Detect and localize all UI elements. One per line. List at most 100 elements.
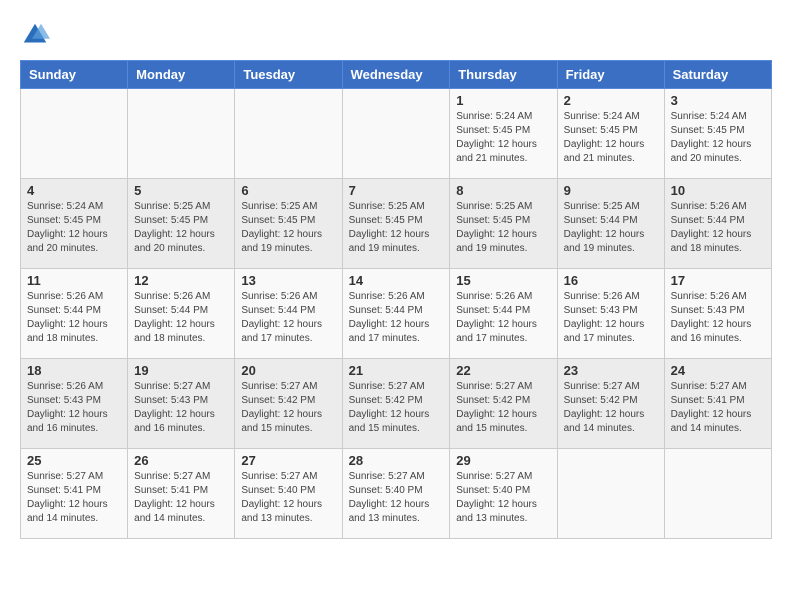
day-number: 28 (349, 453, 444, 468)
day-info: Sunrise: 5:27 AMSunset: 5:41 PMDaylight:… (27, 470, 121, 526)
calendar-cell: 3 Sunrise: 5:24 AMSunset: 5:45 PMDaylight… (664, 89, 771, 179)
day-number: 13 (241, 273, 335, 288)
logo (20, 20, 54, 50)
day-info: Sunrise: 5:24 AMSunset: 5:45 PMDaylight:… (564, 110, 658, 166)
day-number: 3 (671, 93, 765, 108)
calendar-cell: 15 Sunrise: 5:26 AMSunset: 5:44 PMDayligh… (450, 269, 557, 359)
day-number: 4 (27, 183, 121, 198)
day-number: 2 (564, 93, 658, 108)
calendar-week-2: 4 Sunrise: 5:24 AMSunset: 5:45 PMDaylight… (21, 179, 772, 269)
day-info: Sunrise: 5:26 AMSunset: 5:44 PMDaylight:… (671, 200, 765, 256)
calendar-cell: 6 Sunrise: 5:25 AMSunset: 5:45 PMDaylight… (235, 179, 342, 269)
day-info: Sunrise: 5:26 AMSunset: 5:43 PMDaylight:… (671, 290, 765, 346)
calendar-cell (664, 449, 771, 539)
day-number: 8 (456, 183, 550, 198)
header-tuesday: Tuesday (235, 61, 342, 89)
day-info: Sunrise: 5:27 AMSunset: 5:41 PMDaylight:… (134, 470, 228, 526)
day-number: 15 (456, 273, 550, 288)
calendar-cell: 24 Sunrise: 5:27 AMSunset: 5:41 PMDayligh… (664, 359, 771, 449)
calendar-cell: 16Sunrise: 5:26 AMSunset: 5:43 PMDayligh… (557, 269, 664, 359)
calendar-cell: 10 Sunrise: 5:26 AMSunset: 5:44 PMDayligh… (664, 179, 771, 269)
day-info: Sunrise: 5:27 AMSunset: 5:40 PMDaylight:… (241, 470, 335, 526)
calendar-week-5: 25 Sunrise: 5:27 AMSunset: 5:41 PMDayligh… (21, 449, 772, 539)
calendar-week-1: 1 Sunrise: 5:24 AMSunset: 5:45 PMDaylight… (21, 89, 772, 179)
calendar-cell: 27 Sunrise: 5:27 AMSunset: 5:40 PMDayligh… (235, 449, 342, 539)
day-info: Sunrise: 5:27 AMSunset: 5:42 PMDaylight:… (241, 380, 335, 436)
day-number: 6 (241, 183, 335, 198)
day-info: Sunrise: 5:25 AMSunset: 5:45 PMDaylight:… (456, 200, 550, 256)
calendar-cell (557, 449, 664, 539)
day-info: Sunrise: 5:25 AMSunset: 5:45 PMDaylight:… (241, 200, 335, 256)
day-number: 1 (456, 93, 550, 108)
day-info: Sunrise: 5:27 AMSunset: 5:40 PMDaylight:… (349, 470, 444, 526)
day-number: 12 (134, 273, 228, 288)
day-number: 17 (671, 273, 765, 288)
logo-icon (20, 20, 50, 50)
day-number: 29 (456, 453, 550, 468)
day-info: Sunrise: 5:24 AMSunset: 5:45 PMDaylight:… (27, 200, 121, 256)
day-info: Sunrise: 5:26 AMSunset: 5:43 PMDaylight:… (27, 380, 121, 436)
day-number: 19 (134, 363, 228, 378)
calendar-cell: 2 Sunrise: 5:24 AMSunset: 5:45 PMDaylight… (557, 89, 664, 179)
day-number: 14 (349, 273, 444, 288)
calendar-cell: 23 Sunrise: 5:27 AMSunset: 5:42 PMDayligh… (557, 359, 664, 449)
day-info: Sunrise: 5:26 AMSunset: 5:44 PMDaylight:… (349, 290, 444, 346)
day-info: Sunrise: 5:26 AMSunset: 5:44 PMDaylight:… (241, 290, 335, 346)
calendar-cell: 26 Sunrise: 5:27 AMSunset: 5:41 PMDayligh… (128, 449, 235, 539)
day-number: 24 (671, 363, 765, 378)
calendar-cell (342, 89, 450, 179)
header-sunday: Sunday (21, 61, 128, 89)
calendar-cell: 28 Sunrise: 5:27 AMSunset: 5:40 PMDayligh… (342, 449, 450, 539)
calendar-table: SundayMondayTuesdayWednesdayThursdayFrid… (20, 60, 772, 539)
day-number: 10 (671, 183, 765, 198)
day-info: Sunrise: 5:27 AMSunset: 5:42 PMDaylight:… (349, 380, 444, 436)
day-info: Sunrise: 5:26 AMSunset: 5:44 PMDaylight:… (27, 290, 121, 346)
calendar-cell: 21Sunrise: 5:27 AMSunset: 5:42 PMDayligh… (342, 359, 450, 449)
calendar-cell (128, 89, 235, 179)
day-number: 20 (241, 363, 335, 378)
calendar-cell (235, 89, 342, 179)
day-number: 9 (564, 183, 658, 198)
header-thursday: Thursday (450, 61, 557, 89)
day-info: Sunrise: 5:24 AMSunset: 5:45 PMDaylight:… (456, 110, 550, 166)
day-info: Sunrise: 5:26 AMSunset: 5:44 PMDaylight:… (456, 290, 550, 346)
day-info: Sunrise: 5:27 AMSunset: 5:43 PMDaylight:… (134, 380, 228, 436)
calendar-cell: 12 Sunrise: 5:26 AMSunset: 5:44 PMDayligh… (128, 269, 235, 359)
day-number: 5 (134, 183, 228, 198)
day-info: Sunrise: 5:27 AMSunset: 5:42 PMDaylight:… (564, 380, 658, 436)
day-info: Sunrise: 5:27 AMSunset: 5:40 PMDaylight:… (456, 470, 550, 526)
day-number: 22 (456, 363, 550, 378)
day-info: Sunrise: 5:27 AMSunset: 5:41 PMDaylight:… (671, 380, 765, 436)
calendar-week-3: 11 Sunrise: 5:26 AMSunset: 5:44 PMDayligh… (21, 269, 772, 359)
calendar-cell: 5 Sunrise: 5:25 AMSunset: 5:45 PMDaylight… (128, 179, 235, 269)
calendar-header-row: SundayMondayTuesdayWednesdayThursdayFrid… (21, 61, 772, 89)
day-number: 11 (27, 273, 121, 288)
day-info: Sunrise: 5:25 AMSunset: 5:45 PMDaylight:… (134, 200, 228, 256)
calendar-cell: 9 Sunrise: 5:25 AMSunset: 5:44 PMDaylight… (557, 179, 664, 269)
calendar-cell: 7Sunrise: 5:25 AMSunset: 5:45 PMDaylight… (342, 179, 450, 269)
day-number: 27 (241, 453, 335, 468)
day-info: Sunrise: 5:25 AMSunset: 5:45 PMDaylight:… (349, 200, 444, 256)
header-wednesday: Wednesday (342, 61, 450, 89)
calendar-week-4: 18 Sunrise: 5:26 AMSunset: 5:43 PMDayligh… (21, 359, 772, 449)
calendar-cell: 18 Sunrise: 5:26 AMSunset: 5:43 PMDayligh… (21, 359, 128, 449)
calendar-cell: 29 Sunrise: 5:27 AMSunset: 5:40 PMDayligh… (450, 449, 557, 539)
day-info: Sunrise: 5:26 AMSunset: 5:43 PMDaylight:… (564, 290, 658, 346)
day-number: 26 (134, 453, 228, 468)
calendar-cell: 8 Sunrise: 5:25 AMSunset: 5:45 PMDaylight… (450, 179, 557, 269)
calendar-cell: 13 Sunrise: 5:26 AMSunset: 5:44 PMDayligh… (235, 269, 342, 359)
calendar-cell (21, 89, 128, 179)
header-monday: Monday (128, 61, 235, 89)
calendar-cell: 4 Sunrise: 5:24 AMSunset: 5:45 PMDaylight… (21, 179, 128, 269)
calendar-cell: 14 Sunrise: 5:26 AMSunset: 5:44 PMDayligh… (342, 269, 450, 359)
calendar-cell: 22Sunrise: 5:27 AMSunset: 5:42 PMDayligh… (450, 359, 557, 449)
day-number: 23 (564, 363, 658, 378)
day-info: Sunrise: 5:26 AMSunset: 5:44 PMDaylight:… (134, 290, 228, 346)
day-number: 18 (27, 363, 121, 378)
calendar-cell: 19 Sunrise: 5:27 AMSunset: 5:43 PMDayligh… (128, 359, 235, 449)
day-info: Sunrise: 5:25 AMSunset: 5:44 PMDaylight:… (564, 200, 658, 256)
header-saturday: Saturday (664, 61, 771, 89)
day-info: Sunrise: 5:24 AMSunset: 5:45 PMDaylight:… (671, 110, 765, 166)
day-number: 25 (27, 453, 121, 468)
calendar-cell: 20 Sunrise: 5:27 AMSunset: 5:42 PMDayligh… (235, 359, 342, 449)
